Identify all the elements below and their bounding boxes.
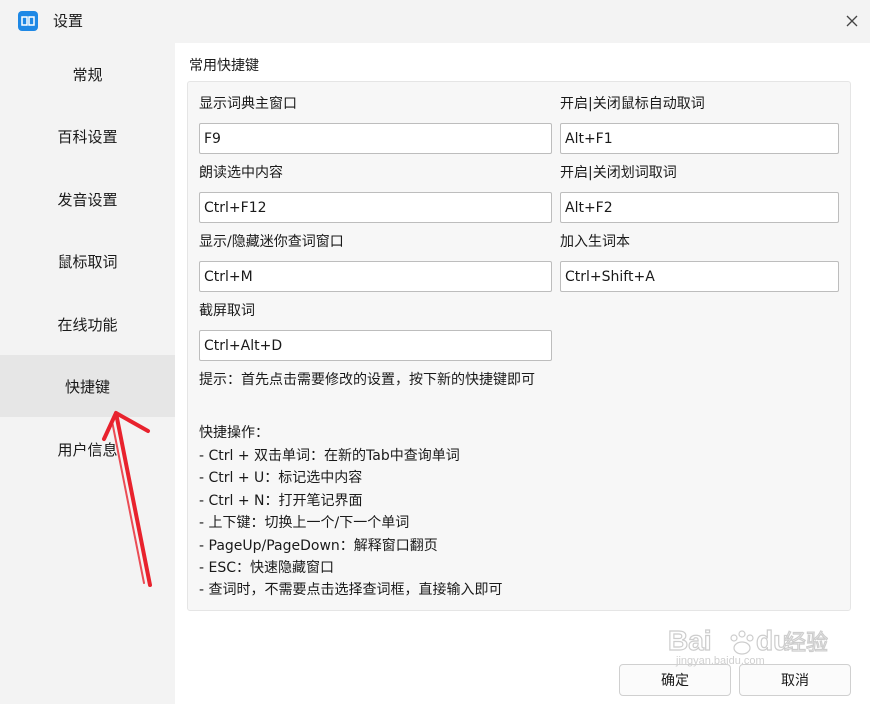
cancel-button[interactable]: 取消 (739, 664, 851, 696)
sidebar-item-label: 在线功能 (57, 315, 118, 334)
shortcut-input-read-selection[interactable] (199, 192, 552, 223)
list-item: - ESC：快速隐藏窗口 (199, 560, 335, 577)
dictionary-app-icon (18, 11, 38, 31)
svg-text:Bai: Bai (668, 625, 712, 656)
title-bar: 设置 (0, 0, 870, 43)
list-item: - PageUp/PageDown：解释窗口翻页 (199, 537, 438, 554)
list-item: - Ctrl + N：打开笔记界面 (199, 492, 363, 509)
list-item: - Ctrl + U：标记选中内容 (199, 470, 363, 487)
sidebar-item-encyclopedia[interactable]: 百科设置 (0, 105, 175, 167)
list-item: - 查词时，不需要点击选择查词框，直接输入即可 (199, 582, 503, 599)
quick-ops-list: - Ctrl + 双击单词：在新的Tab中查询单词 - Ctrl + U：标记选… (199, 445, 503, 602)
field-label-add-wordbook: 加入生词本 (560, 234, 630, 250)
shortcut-input-toggle-mouse-lookup[interactable] (560, 123, 839, 154)
shortcut-input-mini-window[interactable] (199, 261, 552, 292)
shortcut-input-show-main[interactable] (199, 123, 552, 154)
baidu-watermark-logo: Bai du 经验 jingyan.baidu.com (668, 624, 828, 667)
sidebar-item-label: 快捷键 (64, 377, 110, 396)
quick-ops-title: 快捷操作： (199, 425, 269, 441)
sidebar-item-label: 常规 (72, 65, 103, 84)
svg-text:经验: 经验 (784, 631, 828, 656)
shortcut-input-screenshot-lookup[interactable] (199, 330, 552, 361)
hint-text: 提示：首先点击需要修改的设置，按下新的快捷键即可 (199, 372, 535, 388)
svg-text:jingyan.baidu.com: jingyan.baidu.com (675, 655, 765, 667)
settings-sidebar: 常规 百科设置 发音设置 鼠标取词 在线功能 快捷键 用户信息 (0, 43, 175, 704)
field-label-screenshot-lookup: 截屏取词 (199, 303, 255, 319)
window-title: 设置 (53, 12, 84, 30)
shortcut-input-add-wordbook[interactable] (560, 261, 839, 292)
ok-button[interactable]: 确定 (619, 664, 731, 696)
sidebar-item-mouse-lookup[interactable]: 鼠标取词 (0, 230, 175, 292)
shortcut-input-toggle-select-lookup[interactable] (560, 192, 839, 223)
red-arrow-annotation (102, 411, 152, 587)
sidebar-item-online[interactable]: 在线功能 (0, 293, 175, 355)
close-button[interactable] (838, 8, 866, 34)
field-label-read-selection: 朗读选中内容 (199, 165, 283, 181)
list-item: - Ctrl + 双击单词：在新的Tab中查询单词 (199, 448, 460, 464)
section-title: 常用快捷键 (189, 58, 259, 74)
field-label-mini-window: 显示/隐藏迷你查词窗口 (199, 234, 344, 250)
sidebar-item-label: 百科设置 (57, 127, 118, 146)
sidebar-item-pronunciation[interactable]: 发音设置 (0, 168, 175, 230)
sidebar-item-label: 鼠标取词 (57, 252, 118, 271)
close-icon (846, 15, 858, 27)
sidebar-item-label: 发音设置 (57, 190, 118, 209)
field-label-show-main: 显示词典主窗口 (199, 96, 297, 112)
sidebar-item-general[interactable]: 常规 (0, 43, 175, 105)
field-label-toggle-select-lookup: 开启|关闭划词取词 (560, 165, 677, 181)
field-label-toggle-mouse-lookup: 开启|关闭鼠标自动取词 (560, 96, 705, 112)
list-item: - 上下键：切换上一个/下一个单词 (199, 515, 410, 532)
